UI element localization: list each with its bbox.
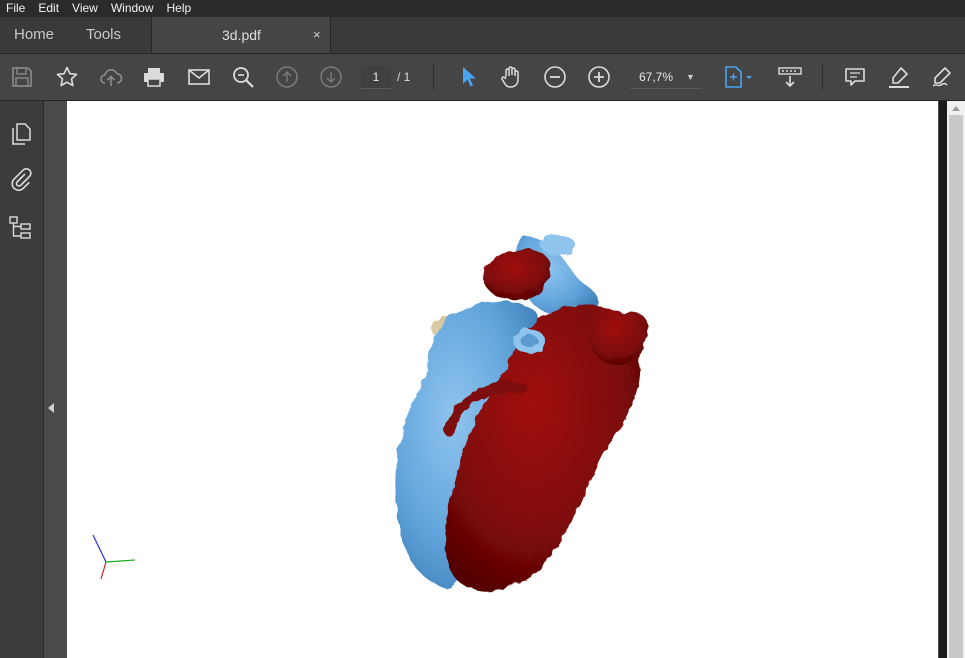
search-zoom-icon[interactable] bbox=[231, 65, 255, 89]
document-tab-title: 3d.pdf bbox=[222, 27, 261, 43]
zoom-out-icon[interactable] bbox=[543, 65, 567, 89]
menu-edit[interactable]: Edit bbox=[32, 0, 66, 17]
highlight-icon[interactable] bbox=[887, 65, 911, 89]
close-tab-icon[interactable]: × bbox=[313, 17, 321, 53]
comment-icon[interactable] bbox=[843, 65, 867, 89]
menu-help[interactable]: Help bbox=[161, 0, 199, 17]
save-icon[interactable] bbox=[10, 65, 34, 89]
tab-tools[interactable]: Tools bbox=[86, 17, 121, 53]
scroll-up-icon[interactable] bbox=[952, 106, 960, 111]
print-icon[interactable] bbox=[142, 65, 166, 89]
zoom-value: 67,7% bbox=[639, 70, 674, 84]
pages-icon[interactable] bbox=[8, 121, 34, 147]
axis-triad-icon bbox=[92, 534, 136, 580]
attachments-icon[interactable] bbox=[8, 167, 34, 193]
scroll-mode-icon[interactable] bbox=[778, 65, 802, 89]
tab-home[interactable]: Home bbox=[14, 17, 54, 53]
page-total-label: / 1 bbox=[397, 70, 411, 84]
collapse-panel-handle[interactable] bbox=[44, 101, 59, 658]
menu-window[interactable]: Window bbox=[105, 0, 161, 17]
tab-document[interactable]: 3d.pdf × bbox=[151, 17, 331, 53]
page-up-icon[interactable] bbox=[275, 65, 299, 89]
cloud-upload-icon[interactable] bbox=[99, 65, 123, 89]
scrollbar-thumb[interactable] bbox=[949, 115, 963, 658]
left-navigation-panel bbox=[0, 101, 44, 658]
3d-heart-model[interactable] bbox=[67, 101, 938, 658]
page-number-input[interactable]: 1 bbox=[361, 66, 391, 89]
document-viewport[interactable] bbox=[59, 101, 939, 658]
vertical-scrollbar[interactable] bbox=[947, 101, 965, 658]
email-icon[interactable] bbox=[187, 65, 211, 89]
toolbar: 1 / 1 67,7% ▼ bbox=[0, 54, 965, 101]
hand-icon[interactable] bbox=[499, 65, 523, 89]
chevron-down-icon: ▼ bbox=[686, 72, 695, 82]
bookmark-star-icon[interactable] bbox=[55, 65, 79, 89]
pdf-page[interactable] bbox=[67, 101, 938, 658]
zoom-select[interactable]: 67,7% ▼ bbox=[630, 66, 702, 89]
chevron-left-icon bbox=[48, 403, 54, 413]
page-down-icon[interactable] bbox=[319, 65, 343, 89]
select-cursor-icon[interactable] bbox=[456, 65, 480, 89]
toolbar-divider bbox=[822, 64, 823, 90]
zoom-in-icon[interactable] bbox=[587, 65, 611, 89]
fit-page-icon[interactable] bbox=[722, 65, 756, 89]
menu-view[interactable]: View bbox=[66, 0, 105, 17]
menu-file[interactable]: File bbox=[0, 0, 32, 17]
menu-bar: File Edit View Window Help bbox=[0, 0, 965, 17]
tab-bar: Home Tools 3d.pdf × bbox=[0, 17, 965, 54]
structure-icon[interactable] bbox=[8, 215, 34, 241]
toolbar-divider bbox=[433, 64, 434, 90]
page-edge-shadow bbox=[939, 101, 947, 658]
sign-icon[interactable] bbox=[930, 65, 954, 89]
